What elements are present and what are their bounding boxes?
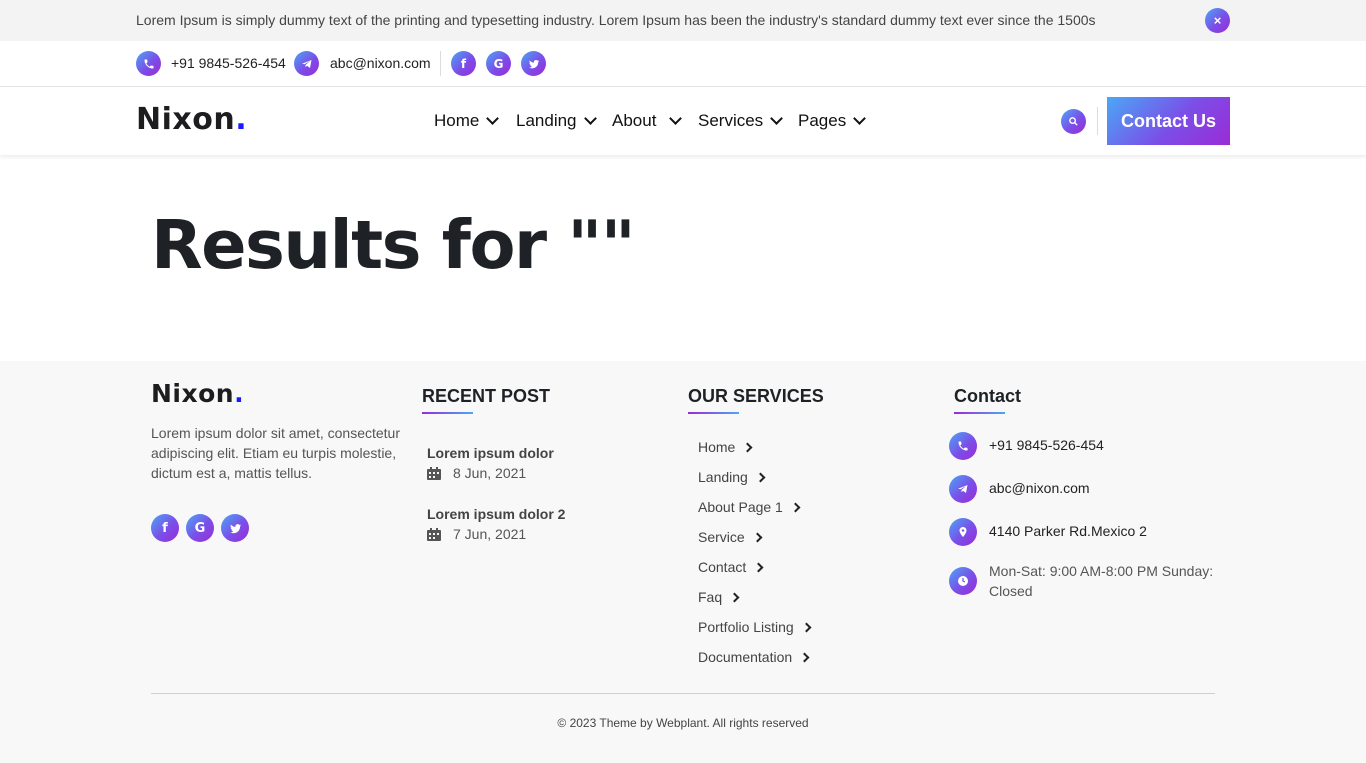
telegram-icon: [949, 475, 977, 503]
topbar-email[interactable]: abc@nixon.com: [330, 55, 431, 71]
google-icon[interactable]: G: [486, 51, 511, 76]
chevron-right-icon: [755, 472, 766, 482]
phone-icon: [949, 432, 977, 460]
post-date: 8 Jun, 2021: [453, 465, 527, 481]
chevron-down-icon: [583, 111, 597, 125]
service-link-landing[interactable]: Landing: [698, 469, 766, 485]
chevron-down-icon: [853, 111, 867, 125]
contact-heading: Contact: [954, 386, 1021, 406]
service-link-portfolio-listing[interactable]: Portfolio Listing: [698, 619, 812, 635]
services-heading: OUR SERVICES: [688, 386, 824, 406]
chevron-right-icon: [753, 562, 764, 572]
search-icon[interactable]: [1061, 109, 1086, 134]
service-link-about-page-1[interactable]: About Page 1: [698, 499, 801, 515]
announcement-text: Lorem Ipsum is simply dummy text of the …: [136, 12, 1096, 28]
chevron-right-icon: [799, 652, 810, 662]
nav-item-services[interactable]: Services: [698, 111, 784, 131]
telegram-icon: [294, 51, 319, 76]
topbar-phone[interactable]: +91 9845-526-454: [171, 55, 286, 71]
divider: [440, 51, 441, 76]
nav-item-pages[interactable]: Pages: [798, 111, 867, 131]
post-date: 7 Jun, 2021: [453, 526, 527, 542]
chevron-down-icon: [770, 111, 784, 125]
twitter-icon[interactable]: [221, 514, 249, 542]
chevron-right-icon: [790, 502, 801, 512]
chevron-down-icon: [486, 111, 500, 125]
contact-strip: +91 9845-526-454 abc@nixon.com f G: [0, 41, 1366, 87]
nav-item-about[interactable]: About: [612, 111, 683, 131]
announcement-bar: Lorem Ipsum is simply dummy text of the …: [0, 0, 1366, 41]
google-icon[interactable]: G: [186, 514, 214, 542]
recent-post-heading: RECENT POST: [422, 386, 551, 406]
contact-us-button[interactable]: Contact Us: [1107, 97, 1230, 145]
contact-hours: Mon-Sat: 9:00 AM-8:00 PM Sunday: Closed: [989, 563, 1214, 599]
heading-underline: [954, 412, 1005, 414]
close-icon[interactable]: ×: [1205, 8, 1230, 33]
facebook-icon[interactable]: f: [151, 514, 179, 542]
divider: [1097, 107, 1098, 135]
clock-icon: [949, 567, 977, 595]
chevron-right-icon: [729, 592, 740, 602]
facebook-icon[interactable]: f: [451, 51, 476, 76]
phone-icon: [136, 51, 161, 76]
nav-item-landing[interactable]: Landing: [516, 111, 597, 131]
calendar-icon: [427, 467, 441, 480]
service-link-service[interactable]: Service: [698, 529, 763, 545]
logo[interactable]: Nixon.: [136, 102, 247, 137]
post-title[interactable]: Lorem ipsum dolor 2: [427, 506, 565, 522]
main-header: Nixon. Home Landing About Services Pages…: [0, 87, 1366, 155]
heading-underline: [688, 412, 739, 414]
service-link-documentation[interactable]: Documentation: [698, 649, 810, 665]
footer-logo[interactable]: Nixon.: [151, 379, 244, 408]
footer-about-text: Lorem ipsum dolor sit amet, consectetur …: [151, 425, 400, 481]
contact-address: 4140 Parker Rd.Mexico 2: [989, 523, 1147, 539]
calendar-icon: [427, 528, 441, 541]
location-icon: [949, 518, 977, 546]
service-link-faq[interactable]: Faq: [698, 589, 740, 605]
footer-divider: [151, 693, 1215, 694]
chevron-right-icon: [742, 442, 753, 452]
twitter-icon[interactable]: [521, 51, 546, 76]
copyright-text: © 2023 Theme by Webplant. All rights res…: [557, 716, 809, 730]
contact-phone[interactable]: +91 9845-526-454: [989, 435, 1104, 455]
chevron-down-icon: [669, 111, 683, 125]
heading-underline: [422, 412, 473, 414]
page-title: Results for "": [151, 206, 636, 284]
chevron-right-icon: [801, 622, 812, 632]
service-link-contact[interactable]: Contact: [698, 559, 764, 575]
contact-email[interactable]: abc@nixon.com: [989, 478, 1090, 498]
nav-item-home[interactable]: Home: [434, 111, 500, 131]
service-link-home[interactable]: Home: [698, 439, 753, 455]
footer: Nixon. Lorem ipsum dolor sit amet, conse…: [0, 361, 1366, 763]
chevron-right-icon: [752, 532, 763, 542]
post-title[interactable]: Lorem ipsum dolor: [427, 445, 554, 461]
